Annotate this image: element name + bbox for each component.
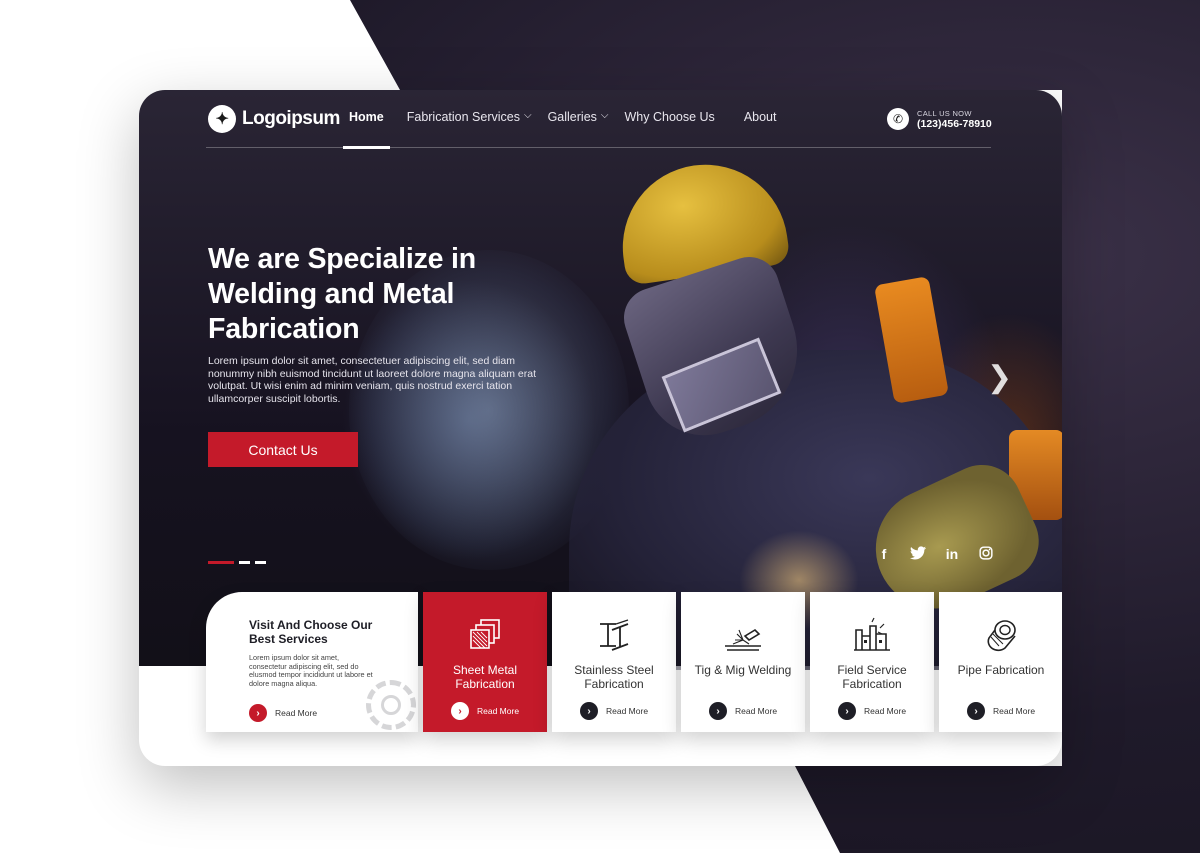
service-card-stainless-steel[interactable]: Stainless Steel Fabrication › Read More <box>552 592 676 732</box>
service-name: Stainless Steel Fabrication <box>574 663 654 691</box>
nav-item-label: Galleries <box>547 110 597 124</box>
hero-title: We are Specialize in Welding and Metal F… <box>208 243 476 345</box>
logo-icon: ✦ <box>208 105 236 133</box>
read-more-link[interactable]: › Read More <box>709 702 777 720</box>
hero-description: Lorem ipsum dolor sit amet, consectetuer… <box>208 355 537 405</box>
welding-icon <box>725 628 761 651</box>
read-more-label: Read More <box>864 706 907 716</box>
service-card-field-service[interactable]: Field Service Fabrication › Read More <box>810 592 934 732</box>
services-intro-card: Visit And Choose Our Best Services Lorem… <box>206 592 418 732</box>
service-card-tig-mig-welding[interactable]: Tig & Mig Welding › Read More <box>681 592 805 732</box>
nav-item-label: Fabrication Services <box>406 110 520 124</box>
slider-pagination <box>208 561 266 564</box>
chevron-right-icon: › <box>580 702 598 720</box>
nav-item-label: Why Choose Us <box>624 110 715 124</box>
service-card-sheet-metal[interactable]: Sheet Metal Fabrication › Read More <box>423 592 547 732</box>
contact-us-button[interactable]: Contact Us <box>208 432 358 467</box>
nav-item-about[interactable]: About <box>744 110 777 148</box>
chevron-right-icon: › <box>709 702 727 720</box>
chevron-right-icon: › <box>451 702 469 720</box>
instagram-icon[interactable] <box>978 546 994 563</box>
service-name: Tig & Mig Welding <box>694 663 792 677</box>
read-more-label: Read More <box>606 706 649 716</box>
read-more-label: Read More <box>735 706 778 716</box>
services-intro-title: Visit And Choose Our Best Services <box>249 618 373 646</box>
steel-beam-icon <box>600 619 629 651</box>
chevron-right-icon: › <box>838 702 856 720</box>
service-name: Sheet Metal Fabrication <box>452 663 518 691</box>
read-more-label: Read More <box>275 708 318 718</box>
chevron-down-icon: ⌵ <box>600 110 609 121</box>
services-row: Visit And Choose Our Best Services Lorem… <box>206 592 1062 732</box>
read-more-link[interactable]: › Read More <box>838 702 906 720</box>
call-us[interactable]: ✆ CALL US NOW (123)456-78910 <box>887 108 992 130</box>
nav-divider <box>206 147 991 148</box>
pipe-icon <box>987 620 1016 652</box>
service-name: Pipe Fabrication <box>957 663 1045 677</box>
nav-item-fabrication-services[interactable]: Fabrication Services ⌵ <box>407 110 532 148</box>
social-links: f in <box>876 546 994 563</box>
read-more-link[interactable]: › Read More <box>967 702 1035 720</box>
slide-dot[interactable] <box>255 561 266 564</box>
call-label: CALL US NOW <box>917 108 972 118</box>
phone-icon: ✆ <box>887 108 909 130</box>
read-more-label: Read More <box>993 706 1036 716</box>
main-nav: Home Fabrication Services ⌵ Galleries ⌵ … <box>343 110 777 149</box>
read-more-link[interactable]: › Read More <box>580 702 648 720</box>
nav-item-label: Home <box>349 110 384 124</box>
linkedin-icon[interactable]: in <box>944 546 960 563</box>
chevron-right-icon: › <box>249 704 267 722</box>
logo-text: Logoipsum <box>242 108 340 129</box>
sheet-metal-icon <box>470 619 500 649</box>
facebook-icon[interactable]: f <box>876 546 892 563</box>
service-name: Field Service Fabrication <box>837 663 907 691</box>
call-number: (123)456-78910 <box>917 117 992 130</box>
read-more-link[interactable]: › Read More <box>249 704 317 722</box>
nav-item-home[interactable]: Home <box>343 110 390 149</box>
service-card-pipe[interactable]: Pipe Fabrication › Read More <box>939 592 1062 732</box>
hero-section: ✦ Logoipsum Home Fabrication Services ⌵ … <box>139 90 1062 670</box>
twitter-icon[interactable] <box>910 546 926 563</box>
slide-dot[interactable] <box>239 561 250 564</box>
slide-dot-active[interactable] <box>208 561 234 564</box>
read-more-link[interactable]: › Read More <box>451 702 519 720</box>
services-intro-text: Lorem ipsum dolor sit amet, consectetur … <box>249 653 373 688</box>
chevron-right-icon: › <box>967 702 985 720</box>
logo[interactable]: ✦ Logoipsum <box>208 105 340 133</box>
nav-item-why-choose-us[interactable]: Why Choose Us <box>625 110 715 148</box>
website-mockup: ✦ Logoipsum Home Fabrication Services ⌵ … <box>139 90 1062 766</box>
nav-item-galleries[interactable]: Galleries ⌵ <box>548 110 609 148</box>
nav-item-label: About <box>743 110 777 124</box>
factory-icon <box>854 617 890 651</box>
read-more-label: Read More <box>477 706 520 716</box>
chevron-right-icon[interactable]: ❯ <box>987 360 1012 395</box>
chevron-down-icon: ⌵ <box>523 110 532 121</box>
gear-icon <box>366 680 416 730</box>
